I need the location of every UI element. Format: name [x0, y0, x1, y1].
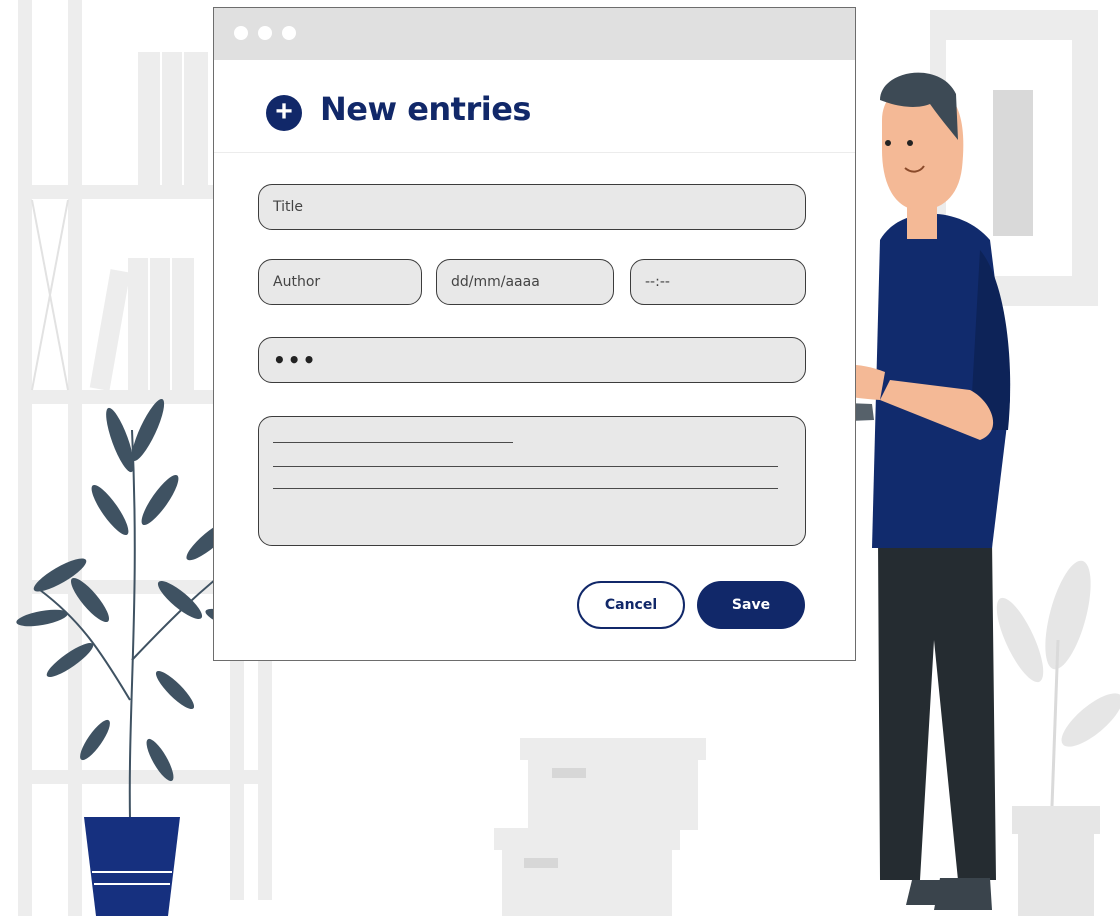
save-button[interactable]: Save	[697, 581, 805, 629]
description-textarea[interactable]	[258, 416, 806, 546]
text-line-3	[273, 488, 778, 489]
author-input[interactable]: Author	[258, 259, 422, 305]
title-placeholder: Title	[273, 199, 304, 215]
form-header: + New entries	[214, 60, 855, 153]
date-input[interactable]: dd/mm/aaaa	[436, 259, 614, 305]
text-line-2	[273, 466, 778, 467]
time-placeholder: --:--	[645, 274, 670, 290]
new-entry-window: + New entries Title Author dd/mm/aaaa --…	[213, 7, 856, 661]
text-line-1	[273, 442, 513, 443]
plant-right-graphic	[996, 560, 1120, 916]
boxes-graphic	[494, 738, 706, 916]
window-dot-2[interactable]	[258, 26, 272, 40]
page-title: New entries	[320, 90, 531, 128]
plus-icon: +	[266, 95, 302, 131]
cancel-button[interactable]: Cancel	[577, 581, 685, 629]
password-input[interactable]: •••	[258, 337, 806, 383]
window-dot-1[interactable]	[234, 26, 248, 40]
author-placeholder: Author	[273, 274, 321, 290]
window-dot-3[interactable]	[282, 26, 296, 40]
time-input[interactable]: --:--	[630, 259, 806, 305]
illustration-scene: + New entries Title Author dd/mm/aaaa --…	[0, 0, 1120, 916]
password-value: •••	[273, 348, 318, 372]
window-titlebar	[214, 8, 855, 60]
date-placeholder: dd/mm/aaaa	[451, 274, 540, 290]
title-input[interactable]: Title	[258, 184, 806, 230]
